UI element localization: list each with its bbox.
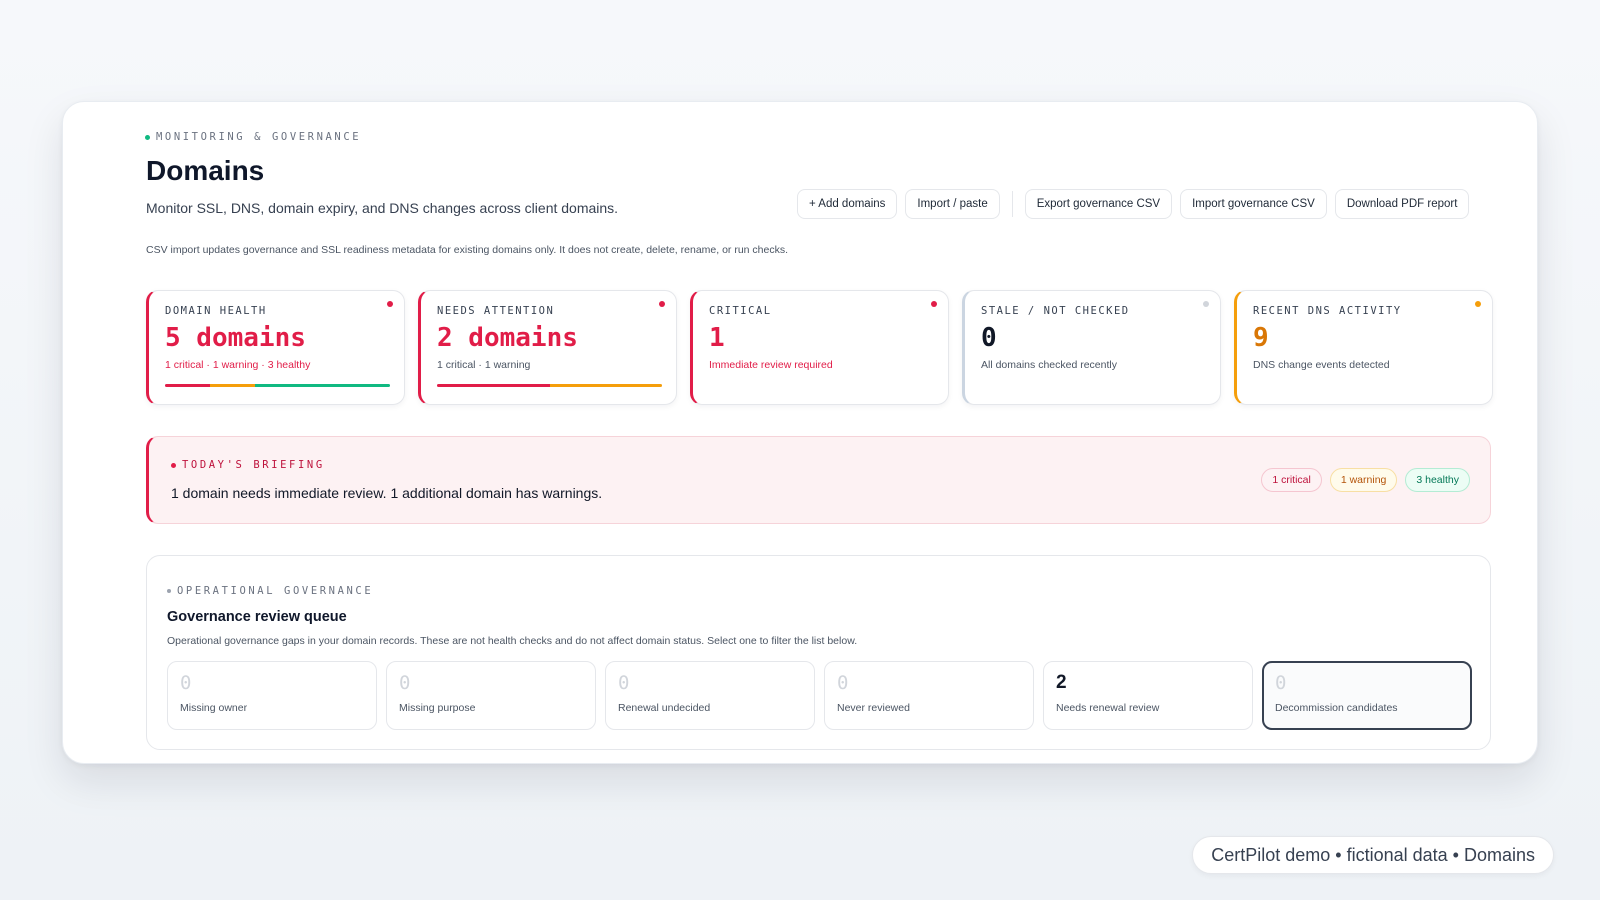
health-distribution-bar <box>165 384 390 387</box>
bar-segment-critical <box>437 384 550 387</box>
stat-value: 1 <box>709 323 725 353</box>
stat-cards: DOMAIN HEALTH 5 domains 1 critical · 1 w… <box>146 290 1493 405</box>
stat-card-critical[interactable]: CRITICAL 1 Immediate review required <box>690 290 949 405</box>
todays-briefing: TODAY'S BRIEFING 1 domain needs immediat… <box>146 436 1491 524</box>
queue-label: Decommission candidates <box>1275 702 1398 714</box>
queue-count: 0 <box>399 672 411 694</box>
critical-badge[interactable]: 1 critical <box>1261 468 1322 492</box>
import-governance-csv-button[interactable]: Import governance CSV <box>1180 189 1327 219</box>
briefing-eyebrow-text: TODAY'S BRIEFING <box>182 459 325 471</box>
stat-subtext: Immediate review required <box>709 359 833 371</box>
status-dot-icon <box>387 301 393 307</box>
governance-eyebrow: OPERATIONAL GOVERNANCE <box>167 585 373 597</box>
healthy-badge[interactable]: 3 healthy <box>1405 468 1470 492</box>
status-dot-icon <box>167 589 171 593</box>
warning-badge[interactable]: 1 warning <box>1329 468 1398 492</box>
governance-title: Governance review queue <box>167 609 347 625</box>
queue-label: Renewal undecided <box>618 702 711 714</box>
bar-segment-healthy <box>255 384 390 387</box>
queue-item-missing-owner[interactable]: 0 Missing owner <box>167 661 377 730</box>
briefing-chips: 1 critical 1 warning 3 healthy <box>1261 468 1470 492</box>
queue-label: Needs renewal review <box>1056 702 1160 714</box>
status-dot-icon <box>171 462 176 468</box>
queue-label: Never reviewed <box>837 702 910 714</box>
stat-card-domain-health[interactable]: DOMAIN HEALTH 5 domains 1 critical · 1 w… <box>146 290 405 405</box>
governance-eyebrow-text: OPERATIONAL GOVERNANCE <box>177 585 374 597</box>
stat-card-recent-dns-activity[interactable]: RECENT DNS ACTIVITY 9 DNS change events … <box>1234 290 1493 405</box>
stat-label: RECENT DNS ACTIVITY <box>1253 305 1402 317</box>
queue-count: 0 <box>1275 672 1287 694</box>
stat-subtext: DNS change events detected <box>1253 359 1390 371</box>
status-dot-icon <box>1475 301 1481 307</box>
queue-count: 2 <box>1056 672 1067 693</box>
stat-value: 0 <box>981 323 997 353</box>
status-dot-icon <box>931 301 937 307</box>
export-governance-csv-button[interactable]: Export governance CSV <box>1024 189 1173 219</box>
governance-description: Operational governance gaps in your doma… <box>167 635 858 647</box>
toolbar: + Add domains Import / paste Export gove… <box>797 189 1470 219</box>
import-paste-button[interactable]: Import / paste <box>905 189 1000 219</box>
stat-subtext: 1 critical · 1 warning · 3 healthy <box>165 359 311 371</box>
queue-item-needs-renewal-review[interactable]: 2 Needs renewal review <box>1043 661 1253 730</box>
bar-segment-warning <box>210 384 255 387</box>
stat-value: 5 domains <box>165 323 306 353</box>
status-dot-icon <box>1203 301 1209 307</box>
governance-queue: 0 Missing owner 0 Missing purpose 0 Rene… <box>167 661 1472 730</box>
stat-value: 9 <box>1253 323 1269 353</box>
attention-distribution-bar <box>437 384 662 387</box>
status-dot-icon <box>659 301 665 307</box>
section-eyebrow: MONITORING & GOVERNANCE <box>145 131 361 143</box>
governance-review-panel: OPERATIONAL GOVERNANCE Governance review… <box>146 555 1491 750</box>
eyebrow-text: MONITORING & GOVERNANCE <box>156 131 362 143</box>
stat-label: CRITICAL <box>709 305 772 317</box>
stat-label: DOMAIN HEALTH <box>165 305 267 317</box>
queue-item-missing-purpose[interactable]: 0 Missing purpose <box>386 661 596 730</box>
queue-count: 0 <box>180 672 192 694</box>
stat-card-needs-attention[interactable]: NEEDS ATTENTION 2 domains 1 critical · 1… <box>418 290 677 405</box>
stat-label: NEEDS ATTENTION <box>437 305 555 317</box>
demo-caption: CertPilot demo • fictional data • Domain… <box>1192 836 1554 874</box>
stat-value: 2 domains <box>437 323 578 353</box>
queue-item-never-reviewed[interactable]: 0 Never reviewed <box>824 661 1034 730</box>
toolbar-divider <box>1011 191 1013 217</box>
queue-label: Missing owner <box>180 702 248 714</box>
stat-subtext: 1 critical · 1 warning <box>437 359 531 371</box>
queue-count: 0 <box>837 672 849 694</box>
bar-segment-critical <box>165 384 210 387</box>
bar-segment-warning <box>549 384 662 387</box>
csv-import-note: CSV import updates governance and SSL re… <box>146 244 789 256</box>
briefing-eyebrow: TODAY'S BRIEFING <box>171 459 325 471</box>
page-subtitle: Monitor SSL, DNS, domain expiry, and DNS… <box>146 200 619 216</box>
queue-item-decommission-candidates[interactable]: 0 Decommission candidates <box>1262 661 1472 730</box>
queue-count: 0 <box>618 672 630 694</box>
stat-subtext: All domains checked recently <box>981 359 1117 371</box>
add-domains-button[interactable]: + Add domains <box>797 189 898 219</box>
stat-label: STALE / NOT CHECKED <box>981 305 1130 317</box>
page-title: Domains <box>146 155 265 186</box>
briefing-text: 1 domain needs immediate review. 1 addit… <box>171 485 603 501</box>
queue-label: Missing purpose <box>399 702 476 714</box>
status-dot-icon <box>145 134 150 140</box>
queue-item-renewal-undecided[interactable]: 0 Renewal undecided <box>605 661 815 730</box>
download-pdf-report-button[interactable]: Download PDF report <box>1334 189 1470 219</box>
stat-card-stale[interactable]: STALE / NOT CHECKED 0 All domains checke… <box>962 290 1221 405</box>
